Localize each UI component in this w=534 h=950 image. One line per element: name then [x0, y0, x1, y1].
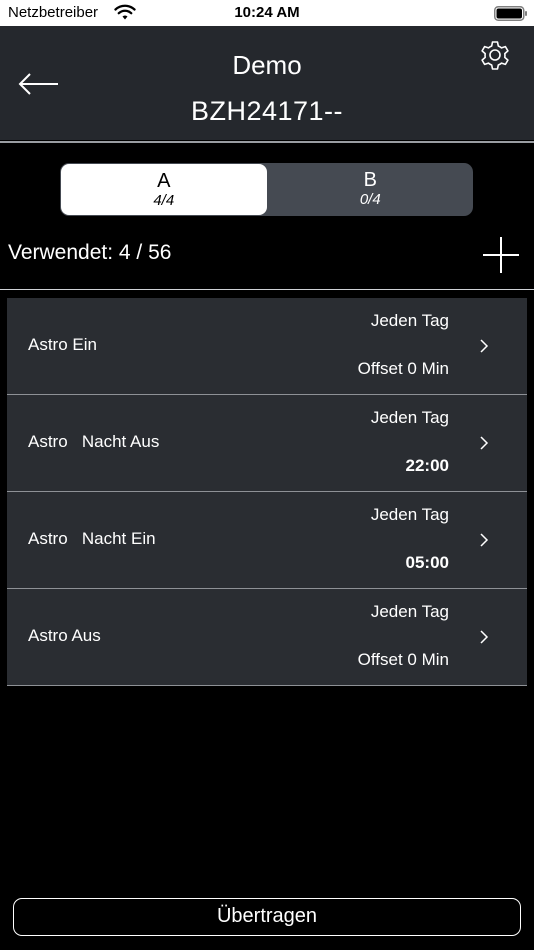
item-repeat: Jeden Tag	[370, 311, 449, 330]
item-name: Astro Nacht Aus	[28, 432, 160, 451]
segment-b-label: B	[363, 169, 377, 191]
plus-icon[interactable]	[482, 236, 520, 274]
header: Demo BZH24171--	[0, 26, 534, 140]
item-name: Astro Aus	[28, 626, 101, 645]
segment-b-count: 0/4	[359, 191, 381, 208]
page-title: Demo	[232, 50, 302, 80]
list-item[interactable]: Astro Nacht Aus Jeden Tag 22:00	[7, 395, 527, 492]
segment-a-label: A	[157, 170, 171, 192]
item-name: Astro Ein	[28, 335, 97, 354]
channel-segmented-control: A 4/4 B 0/4	[60, 163, 473, 216]
status-time: 10:24 AM	[234, 4, 300, 21]
list-item[interactable]: Astro Aus Jeden Tag Offset 0 Min	[7, 589, 527, 686]
device-id: BZH24171--	[190, 96, 344, 126]
timer-list: Astro Ein Jeden Tag Offset 0 Min Astro N…	[7, 298, 527, 686]
item-time: 05:00	[405, 553, 449, 572]
item-time: Offset 0 Min	[357, 650, 449, 669]
item-name: Astro Nacht Ein	[28, 529, 156, 548]
gear-icon[interactable]	[478, 38, 512, 72]
transfer-button[interactable]: Übertragen	[13, 898, 521, 936]
item-time: 22:00	[405, 456, 449, 475]
chevron-right-icon	[480, 630, 489, 644]
chevron-right-icon	[480, 436, 489, 450]
item-repeat: Jeden Tag	[370, 408, 449, 427]
chevron-right-icon	[480, 339, 489, 353]
battery-icon	[494, 6, 527, 21]
segment-a-count: 4/4	[153, 192, 175, 209]
list-item[interactable]: Astro Ein Jeden Tag Offset 0 Min	[7, 298, 527, 395]
header-divider	[0, 141, 534, 143]
item-repeat: Jeden Tag	[370, 602, 449, 621]
chevron-right-icon	[480, 533, 489, 547]
status-bar: Netzbetreiber 10:24 AM	[0, 0, 534, 26]
usage-divider	[0, 289, 534, 290]
segment-b[interactable]: B 0/4	[268, 163, 474, 216]
segment-a[interactable]: A 4/4	[61, 164, 267, 215]
usage-label: Verwendet: 4 / 56	[8, 241, 172, 264]
screen: Netzbetreiber 10:24 AM Demo BZH24171-- A…	[0, 0, 534, 950]
item-time: Offset 0 Min	[357, 359, 449, 378]
list-item[interactable]: Astro Nacht Ein Jeden Tag 05:00	[7, 492, 527, 589]
item-repeat: Jeden Tag	[370, 505, 449, 524]
